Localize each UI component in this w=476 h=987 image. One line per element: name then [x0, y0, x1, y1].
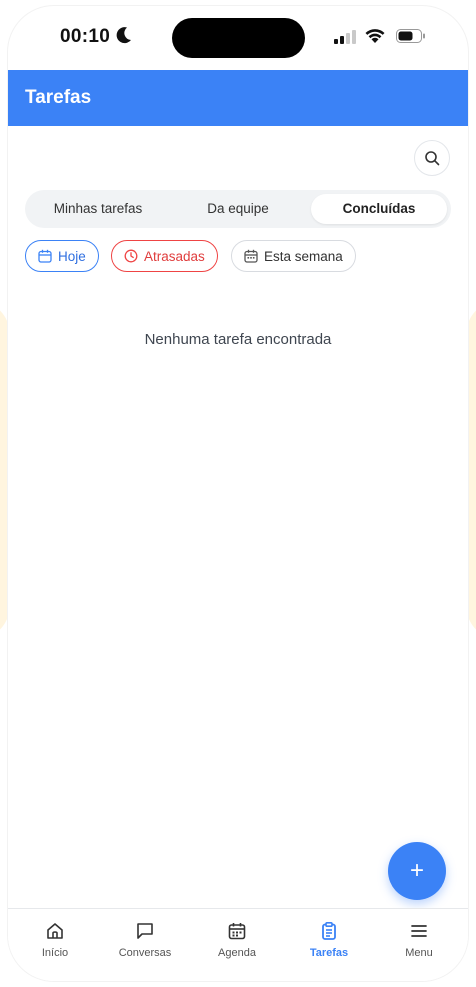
chat-icon — [137, 923, 153, 939]
battery-icon — [396, 29, 426, 48]
page-title: Tarefas — [25, 87, 92, 108]
tab-label: Início — [41, 947, 69, 959]
calendar-week-icon — [244, 249, 258, 263]
filter-label: Hoje — [58, 248, 86, 264]
filter-overdue[interactable]: Atrasadas — [111, 240, 218, 272]
tab-label: Conversas — [118, 947, 172, 959]
empty-state-message: Nenhuma tarefa encontrada — [144, 331, 332, 348]
segment-label: Concluídas — [342, 201, 416, 216]
segment-completed[interactable]: Concluídas — [311, 194, 447, 224]
tab-label: Menu — [405, 947, 433, 959]
tab-label: Tarefas — [309, 947, 349, 959]
tab-tarefas[interactable]: Tarefas — [284, 921, 374, 959]
segment-label: Minhas tarefas — [53, 201, 143, 216]
tab-conversas[interactable]: Conversas — [100, 921, 190, 959]
filter-label: Esta semana — [264, 248, 343, 264]
menu-icon — [411, 925, 427, 937]
search-button[interactable] — [414, 140, 450, 176]
tab-inicio[interactable]: Início — [10, 921, 100, 959]
home-icon — [47, 923, 63, 939]
screen: 00:10 Tarefas Minhas tarefas Da equipe C… — [0, 0, 476, 987]
segment-label: Da equipe — [207, 201, 269, 216]
app-header: Tarefas — [8, 70, 468, 126]
dynamic-island — [172, 18, 305, 58]
moon-icon — [116, 26, 132, 49]
tab-agenda[interactable]: Agenda — [192, 921, 282, 959]
filter-this-week[interactable]: Esta semana — [231, 240, 356, 272]
phone-screen: 00:10 Tarefas Minhas tarefas Da equipe C… — [8, 6, 468, 981]
calendar-icon — [228, 923, 246, 940]
tab-menu[interactable]: Menu — [374, 921, 464, 959]
clock-icon — [124, 249, 138, 263]
filter-today[interactable]: Hoje — [25, 240, 99, 272]
bottom-tab-bar: Início Conversas Agenda Tarefas Menu — [8, 908, 468, 981]
status-bar: 00:10 — [8, 6, 468, 70]
filter-label: Atrasadas — [144, 248, 205, 264]
segment-my-tasks[interactable]: Minhas tarefas — [31, 194, 165, 224]
add-task-button[interactable]: + — [388, 842, 446, 900]
segment-team[interactable]: Da equipe — [171, 194, 305, 224]
tab-label: Agenda — [218, 947, 256, 959]
wifi-icon — [364, 27, 386, 49]
search-icon — [425, 151, 440, 166]
signal-icon — [334, 30, 356, 49]
status-time: 00:10 — [60, 26, 111, 47]
plus-icon: + — [409, 857, 424, 884]
calendar-icon — [38, 249, 52, 263]
clipboard-icon — [322, 921, 336, 940]
task-segment-control: Minhas tarefas Da equipe Concluídas — [25, 190, 451, 228]
